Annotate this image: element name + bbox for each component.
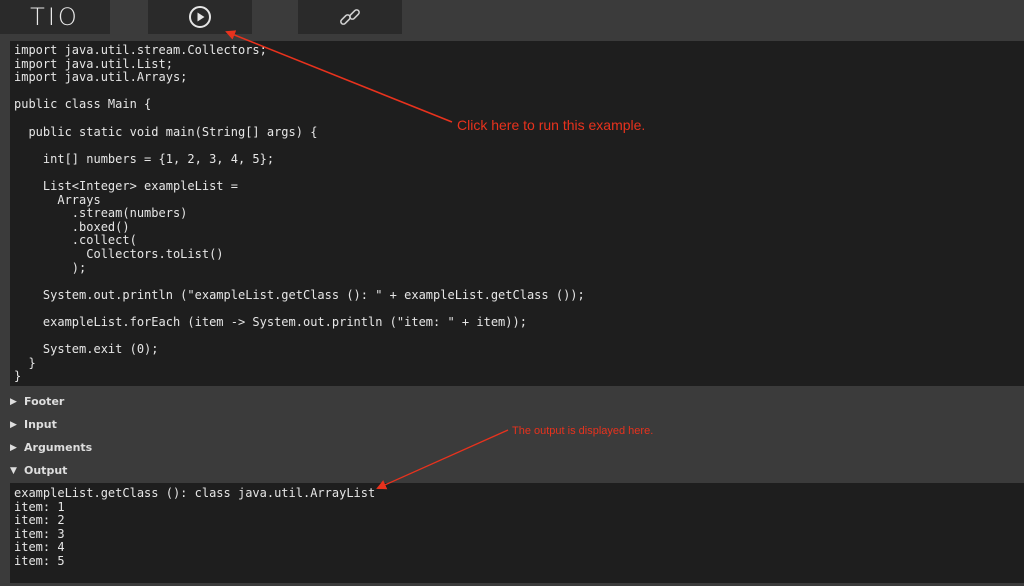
code-line: System.exit (0); [14, 342, 159, 357]
code-line: public class Main { [14, 97, 152, 112]
code-line: ); [14, 260, 87, 275]
footer-section-toggle[interactable]: ▶ Footer [0, 390, 1024, 413]
code-editor[interactable]: import java.util.stream.Collectors; impor… [10, 41, 1024, 386]
run-button[interactable] [148, 0, 252, 34]
code-line: import java.util.Arrays; [14, 70, 188, 85]
code-line: .boxed() [14, 219, 130, 234]
expand-arrow-icon: ▶ [10, 442, 17, 453]
output-line: item: 4 [14, 540, 65, 555]
tio-logo-button[interactable]: TIO [0, 0, 110, 34]
section-label-output: Output [24, 464, 68, 477]
code-line: import java.util.stream.Collectors; [14, 43, 267, 57]
code-line: exampleList.forEach (item -> System.out.… [14, 314, 527, 329]
collapse-arrow-icon: ▼ [10, 465, 17, 476]
code-line: List<Integer> exampleList = [14, 178, 238, 193]
section-label-footer: Footer [24, 395, 65, 408]
link-icon [340, 9, 360, 25]
output-line: item: 2 [14, 513, 65, 528]
play-circle-icon [189, 6, 211, 28]
toolbar: TIO [0, 0, 1024, 35]
output-line: item: 3 [14, 526, 65, 541]
output-section-toggle[interactable]: ▼ Output [0, 459, 1024, 482]
output-line: item: 1 [14, 499, 65, 514]
code-line: .collect( [14, 233, 137, 248]
run-annotation: Click here to run this example. [457, 117, 646, 133]
section-label-arguments: Arguments [24, 441, 93, 454]
output-box: exampleList.getClass (): class java.util… [10, 483, 1024, 583]
output-line: item: 5 [14, 553, 65, 568]
code-line: .stream(numbers) [14, 206, 188, 221]
code-line: System.out.println ("exampleList.getClas… [14, 287, 585, 302]
code-line: } [14, 355, 36, 370]
arguments-section-toggle[interactable]: ▶ Arguments [0, 436, 1024, 459]
section-label-input: Input [24, 418, 57, 431]
expand-arrow-icon: ▶ [10, 396, 17, 407]
code-line: Collectors.toList() [14, 246, 224, 261]
code-line: import java.util.List; [14, 56, 173, 71]
tio-logo: TIO [30, 3, 80, 31]
permalink-button[interactable] [298, 0, 402, 34]
code-line: int[] numbers = {1, 2, 3, 4, 5}; [14, 151, 275, 166]
code-line: Arrays [14, 192, 101, 207]
expand-arrow-icon: ▶ [10, 419, 17, 430]
output-line: exampleList.getClass (): class java.util… [14, 486, 376, 500]
code-line: } [14, 369, 22, 384]
output-annotation: The output is displayed here. [512, 425, 654, 437]
